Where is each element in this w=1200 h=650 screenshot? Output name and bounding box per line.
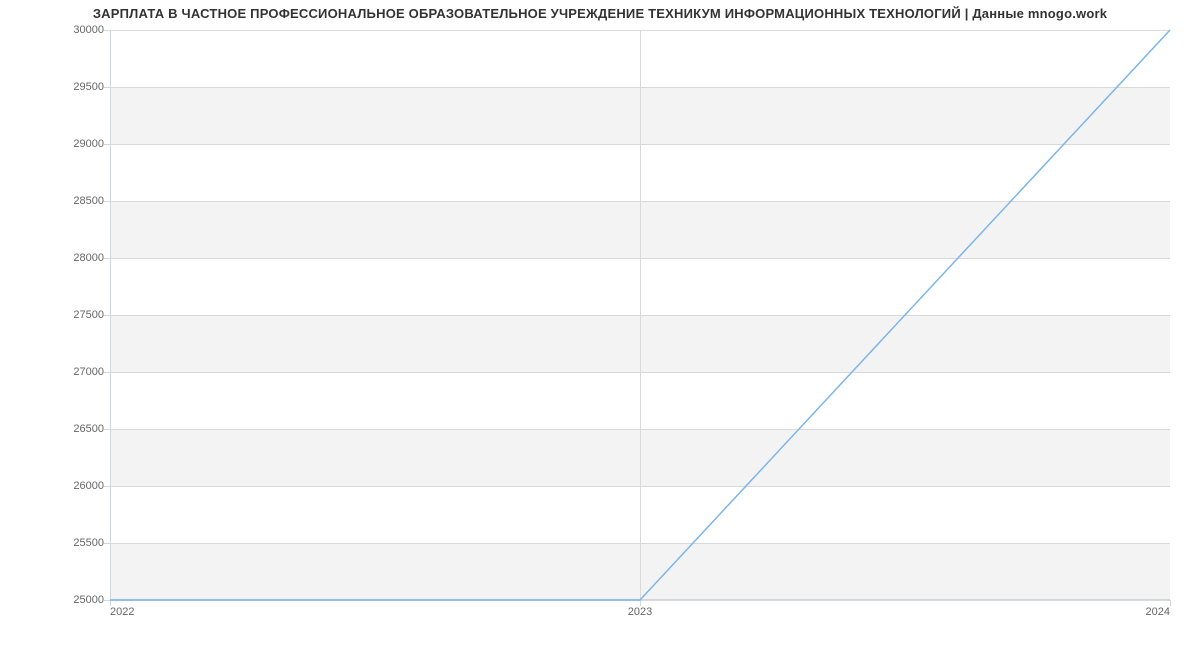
y-tick-label: 30000: [73, 24, 104, 36]
y-tick-label: 28000: [73, 252, 104, 264]
chart-container: ЗАРПЛАТА В ЧАСТНОЕ ПРОФЕССИОНАЛЬНОЕ ОБРА…: [0, 0, 1200, 650]
x-tick-mark: [1170, 600, 1171, 606]
series-line: [110, 30, 1170, 600]
y-tick-label: 27500: [73, 309, 104, 321]
y-tick-label: 28500: [73, 195, 104, 207]
y-tick-label: 25500: [73, 537, 104, 549]
x-tick-label: 2023: [628, 606, 652, 618]
y-tick-label: 29500: [73, 81, 104, 93]
chart-title: ЗАРПЛАТА В ЧАСТНОЕ ПРОФЕССИОНАЛЬНОЕ ОБРА…: [0, 6, 1200, 21]
y-tick-label: 27000: [73, 366, 104, 378]
y-tick-label: 25000: [73, 594, 104, 606]
y-tick-label: 29000: [73, 138, 104, 150]
y-tick-label: 26000: [73, 480, 104, 492]
x-tick-label: 2022: [110, 606, 134, 618]
y-tick-label: 26500: [73, 423, 104, 435]
y-axis-labels: 2500025500260002650027000275002800028500…: [0, 30, 110, 600]
x-tick-label: 2024: [1146, 606, 1170, 618]
plot-area: 202220232024: [110, 30, 1170, 600]
